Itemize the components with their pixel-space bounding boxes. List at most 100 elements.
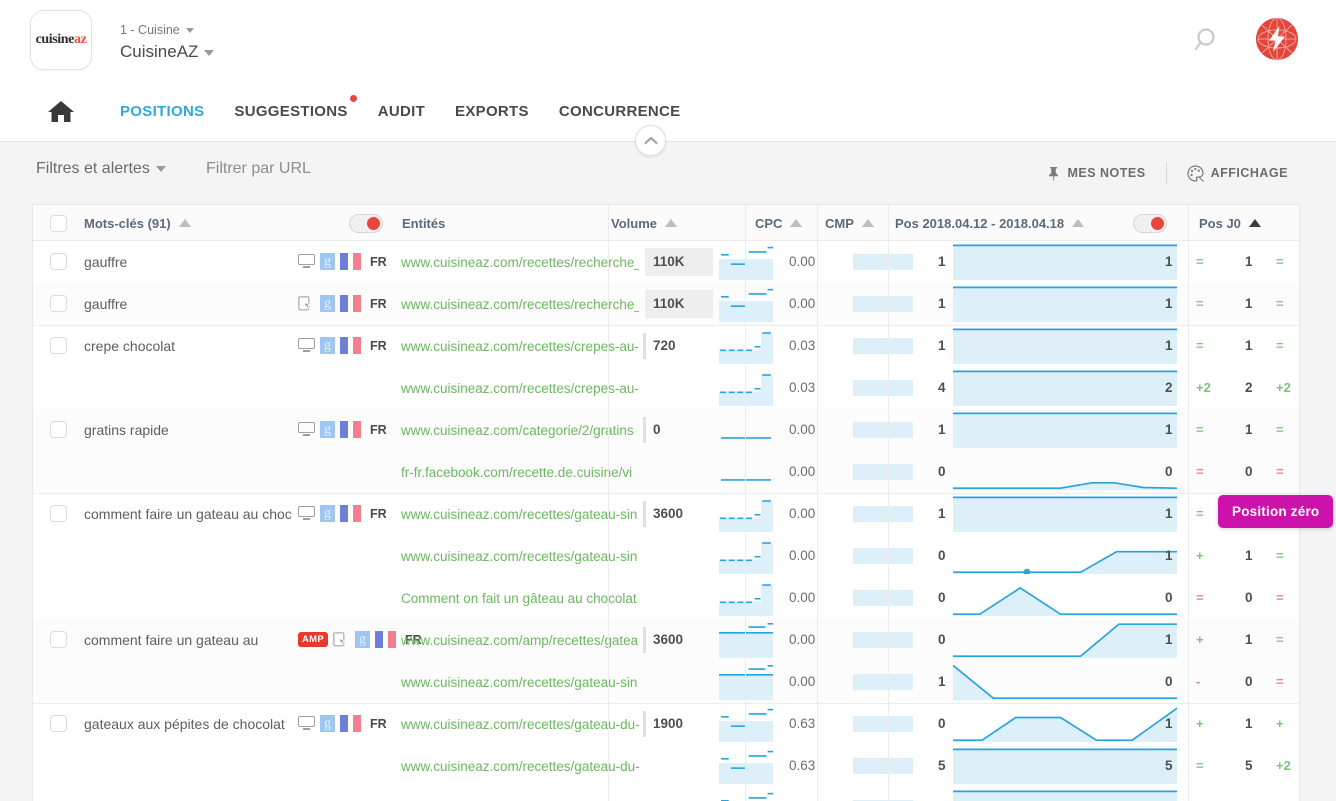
table-row[interactable]: comment faire un gateau au chocgFRwww.cu…	[33, 493, 1300, 535]
entity-icons: gFR	[298, 715, 387, 732]
pos-j0-delta: =	[1276, 422, 1284, 437]
column-header-cmp[interactable]: CMP	[825, 205, 874, 241]
nav-item-positions[interactable]: POSITIONS	[118, 99, 206, 124]
result-url[interactable]: www.cuisineaz.com/recettes/recherche_	[401, 253, 639, 271]
filters-label: Filtres et alertes	[36, 160, 150, 177]
result-url[interactable]: www.cuisineaz.com/recettes/gateau-du-	[401, 757, 639, 775]
result-url[interactable]: www.cuisineaz.com/recettes/gateau-du-	[401, 715, 639, 733]
table-row[interactable]: Comment on fait un gâteau au chocolat 0.0…	[33, 577, 1300, 619]
cpc-value: 0.00	[789, 590, 815, 605]
result-url[interactable]: www.cuisineaz.com/amp/recettes/gatea	[401, 631, 639, 649]
cpc-value: 0.63	[789, 758, 815, 773]
keyword-label: gauffre	[84, 295, 309, 313]
column-divider	[1188, 241, 1189, 801]
result-url[interactable]: Comment on fait un gâteau au chocolat	[401, 589, 639, 607]
cpc-value: 0.00	[789, 422, 815, 437]
mes-notes-button[interactable]: MES NOTES	[1027, 166, 1165, 181]
table-row[interactable]: fr-fr.facebook.com/recette.de.cuisine/vi…	[33, 451, 1300, 493]
pos-mid-delta: =	[1196, 758, 1204, 773]
column-divider	[745, 205, 746, 241]
table-toolbar: Filtres et alertes Filtrer par URL MES N…	[0, 142, 1336, 204]
sort-asc-icon	[1072, 219, 1084, 227]
cmp-bar	[853, 590, 913, 606]
table-row[interactable]: gateaux aux pépites de chocolatgFRwww.cu…	[33, 703, 1300, 745]
column-header-cpc[interactable]: CPC	[755, 205, 802, 241]
row-checkbox[interactable]	[50, 253, 67, 270]
brand-globe-icon[interactable]	[1256, 18, 1298, 60]
table-row[interactable]: crepe chocolatgFRwww.cuisineaz.com/recet…	[33, 325, 1300, 367]
table-row[interactable]: gauffregFRwww.cuisineaz.com/recettes/rec…	[33, 241, 1300, 283]
nav-item-suggestions-label: SUGGESTIONS	[234, 103, 347, 120]
select-all-checkbox[interactable]	[50, 215, 67, 232]
entity-bar-blue-icon	[340, 337, 348, 354]
filter-by-url-input[interactable]: Filtrer par URL	[206, 160, 311, 178]
result-url[interactable]: www.cuisineaz.com/recettes/recherche_	[401, 295, 639, 313]
keyword-label: comment faire un gateau au choc	[84, 505, 309, 523]
pos-j0-value: 1	[1245, 548, 1253, 563]
pos-j0-delta: =	[1276, 296, 1284, 311]
cpc-value: 0.00	[789, 632, 815, 647]
row-checkbox[interactable]	[50, 715, 67, 732]
volume-value: 110K	[653, 254, 685, 269]
result-url[interactable]: www.cuisineaz.com/recettes/crepes-au-	[401, 337, 639, 355]
cmp-bar	[853, 422, 913, 438]
result-url[interactable]: fr-fr.facebook.com/recette.de.cuisine/vi	[401, 463, 639, 481]
pos-j0-delta: =	[1276, 254, 1284, 269]
result-url[interactable]: www.cuisineaz.com/recettes/gateau-sin	[401, 547, 639, 565]
table-row[interactable]: www.cuisineaz.com/recettes/gateau-sin0.0…	[33, 535, 1300, 577]
table-row[interactable]: gauffregFRwww.cuisineaz.com/recettes/rec…	[33, 283, 1300, 325]
result-url[interactable]: www.cuisineaz.com/categorie/2/gratins	[401, 421, 639, 439]
row-checkbox[interactable]	[50, 337, 67, 354]
volume-sparkline	[719, 370, 773, 406]
column-header-pos-range[interactable]: Pos 2018.04.12 - 2018.04.18	[895, 205, 1084, 241]
home-icon[interactable]	[46, 98, 76, 124]
row-checkbox[interactable]	[50, 631, 67, 648]
entities-toggle[interactable]	[349, 214, 383, 233]
pos-start-value: 1	[938, 422, 946, 437]
nav-item-audit-label: AUDIT	[378, 103, 425, 120]
account-project-selector[interactable]: 1 - Cuisine	[120, 22, 214, 38]
column-header-pos-j0[interactable]: Pos J0	[1199, 205, 1261, 241]
sort-asc-icon	[862, 219, 874, 227]
row-checkbox[interactable]	[50, 505, 67, 522]
site-logo[interactable]: cuisineaz	[30, 10, 92, 70]
search-icon[interactable]	[1192, 24, 1224, 56]
table-row[interactable]: www.cuisineaz.com/recettes/gateau-du- 0.6…	[33, 745, 1300, 787]
result-url[interactable]: www.cuisineaz.com/recettes/gateau-sin	[401, 505, 639, 523]
google-icon: g	[320, 337, 335, 354]
result-url[interactable]: www.cuisineaz.com/recettes/crepes-au-	[401, 379, 639, 397]
nav-item-suggestions[interactable]: SUGGESTIONS	[232, 99, 349, 124]
entity-bar-blue-icon	[340, 715, 348, 732]
collapse-header-button[interactable]	[635, 125, 666, 156]
result-url[interactable]: www.cuisineaz.com/recettes/gateau-sin	[401, 673, 639, 691]
volume-sparkline	[719, 496, 773, 532]
row-checkbox[interactable]	[50, 421, 67, 438]
table-row[interactable]: comment faire un gateau auAMPgFRwww.cuis…	[33, 619, 1300, 661]
keyword-label: gratins rapide	[84, 421, 309, 439]
desktop-icon	[298, 422, 315, 437]
positions-toggle[interactable]	[1133, 214, 1167, 233]
pos-mid-delta: =	[1196, 590, 1204, 605]
row-checkbox[interactable]	[50, 295, 67, 312]
pos-mid-value: 1	[1165, 548, 1173, 563]
filters-and-alerts-dropdown[interactable]: Filtres et alertes	[36, 160, 166, 178]
table-row[interactable]: www.cuisineaz.com/recettes/crepes-au-0.0…	[33, 367, 1300, 409]
chevron-down-icon	[156, 166, 166, 172]
nav-item-audit[interactable]: AUDIT	[376, 99, 427, 124]
table-row[interactable]: www.cuisineaz.com/recettes/gateau-0.6366…	[33, 787, 1300, 801]
entity-bar-pink-icon	[353, 337, 361, 354]
column-header-keywords[interactable]: Mots-clés (91)	[50, 205, 191, 241]
cmp-bar	[853, 758, 913, 774]
nav-item-concurrence[interactable]: CONCURRENCE	[557, 99, 683, 124]
affichage-button[interactable]: AFFICHAGE	[1167, 165, 1308, 182]
pos-j0-delta: +2	[1276, 380, 1291, 395]
chevron-down-icon	[186, 28, 194, 33]
column-header-volume[interactable]: Volume	[611, 205, 677, 241]
nav-item-exports[interactable]: EXPORTS	[453, 99, 531, 124]
account-name-selector[interactable]: CuisineAZ	[120, 40, 214, 64]
table-row[interactable]: gratins rapidegFRwww.cuisineaz.com/categ…	[33, 409, 1300, 451]
table-row[interactable]: www.cuisineaz.com/recettes/gateau-sin0.0…	[33, 661, 1300, 703]
position-chart	[953, 454, 1177, 490]
pos-j0-value: 1	[1245, 632, 1253, 647]
pos-j0-value: 5	[1245, 758, 1253, 773]
